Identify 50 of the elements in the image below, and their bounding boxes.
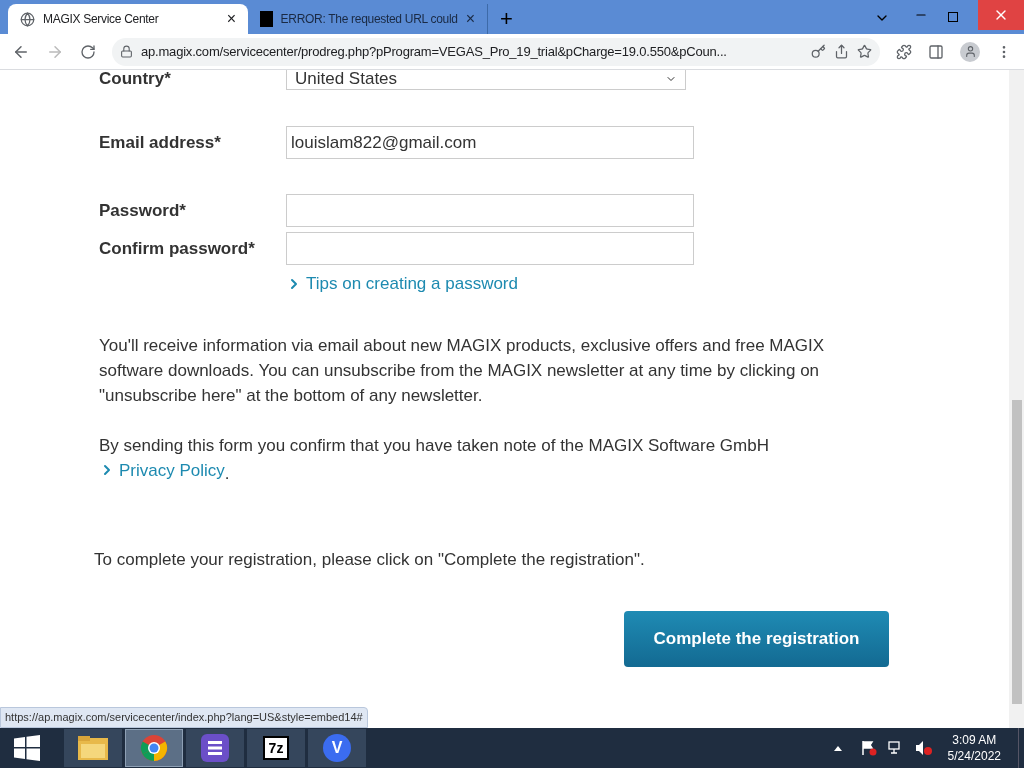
reload-icon[interactable] xyxy=(80,43,96,60)
site-logo-icon xyxy=(260,11,273,27)
taskbar-app[interactable]: V xyxy=(308,729,366,767)
globe-icon xyxy=(20,11,35,27)
field-label: Confirm password* xyxy=(99,237,256,260)
taskbar-app[interactable] xyxy=(186,729,244,767)
folder-icon xyxy=(77,734,109,762)
tab-title: ERROR: The requested URL could xyxy=(280,11,458,28)
share-icon[interactable] xyxy=(834,44,849,59)
address-bar[interactable]: ap.magix.com/servicecenter/prodreg.php?pProgram=VEGAS_Pro_19_trial&pCharge=19.0.550&pCoun... xyxy=(112,37,880,66)
privacy-paragraph: By sending this form you confirm that you have taken note of the MAGIX Software GmbH Privacy Policy. xyxy=(99,434,770,485)
complete-registration-button[interactable]: Complete the registration xyxy=(624,610,889,667)
profile-icon[interactable] xyxy=(960,41,980,62)
status-url-tooltip: https://ap.magix.com/servicecenter/index.php?lang=US&style=embed14# xyxy=(0,707,368,728)
show-hidden-icons-caret[interactable] xyxy=(833,745,842,751)
url-text: ap.magix.com/servicecenter/prodreg.php?pProgram=VEGAS_Pro_19_trial&pCharge=19.0.550&pCoun... xyxy=(141,42,728,61)
password-field[interactable] xyxy=(286,232,694,265)
taskbar-app[interactable]: 7z xyxy=(247,729,305,767)
country-select[interactable]: United States xyxy=(286,70,686,90)
extensions-icon[interactable] xyxy=(896,43,912,60)
muted-speaker-icon[interactable] xyxy=(914,740,933,756)
chrome-icon xyxy=(140,734,168,762)
new-tab-button[interactable]: + xyxy=(488,4,525,34)
field-label: Email address* xyxy=(99,131,222,154)
password-tips-link[interactable]: Tips on creating a password xyxy=(286,271,889,297)
email-field[interactable]: louislam822@gmail.com xyxy=(286,126,694,159)
archive-logo: 7z xyxy=(262,736,290,760)
field-label: Country* xyxy=(99,70,172,91)
side-panel-icon[interactable] xyxy=(928,43,944,60)
lock-icon xyxy=(120,45,133,58)
close-icon[interactable]: × xyxy=(226,7,236,31)
start-icon[interactable] xyxy=(14,735,40,761)
bookmark-star-icon[interactable] xyxy=(857,44,872,59)
clock-time: 3:09 AM xyxy=(952,732,997,748)
tab-title: MAGIX Service Center xyxy=(43,11,160,28)
key-icon[interactable] xyxy=(811,44,826,59)
privacy-policy-link[interactable]: Privacy Policy xyxy=(99,457,225,483)
app-logo-icon xyxy=(201,734,229,762)
flag-icon[interactable] xyxy=(860,740,877,756)
instruction-text: To complete your registration, please click on "Complete the registration". xyxy=(94,549,646,571)
app-logo: V xyxy=(323,734,351,762)
taskbar-app[interactable] xyxy=(64,729,122,767)
restore-icon[interactable] xyxy=(948,12,958,22)
password-field[interactable] xyxy=(286,194,694,227)
scrollbar[interactable] xyxy=(1009,70,1024,728)
clock-date: 5/24/2022 xyxy=(947,748,1001,764)
newsletter-paragraph: You'll receive information via email about new MAGIX products, exclusive offers and free MAGIX software downloads. You can unsubscribe from the MAGIX newsletter at any time by clicking on "unsubscribe here" at the bottom of any newsletter. xyxy=(99,334,826,407)
close-icon[interactable]: × xyxy=(465,7,475,31)
field-label: Password* xyxy=(99,199,187,222)
browser-tab[interactable]: MAGIX Service Center × xyxy=(8,4,248,34)
